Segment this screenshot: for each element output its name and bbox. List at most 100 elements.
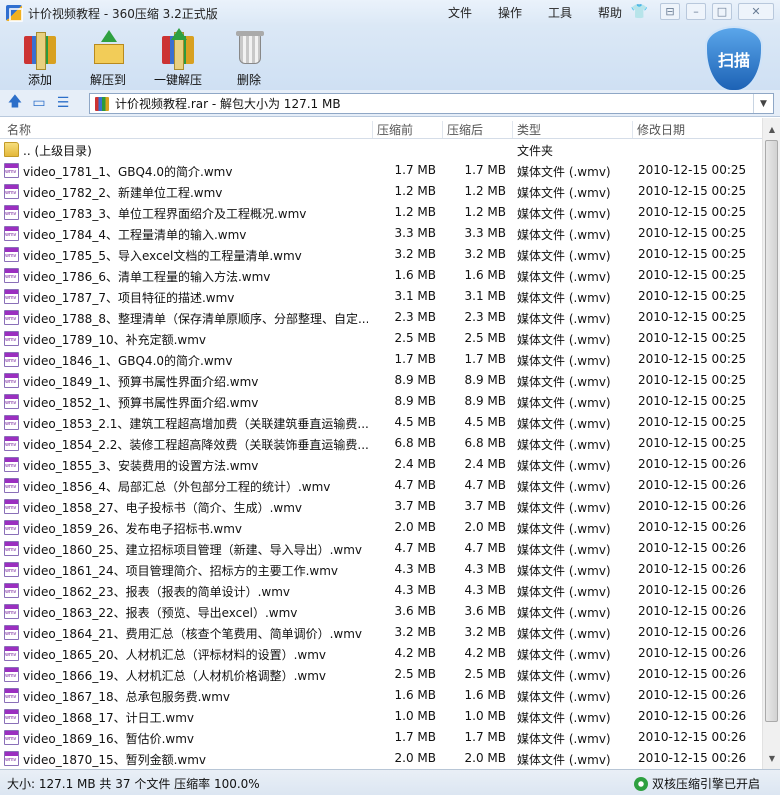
large-icons-view-icon[interactable]: ▭ [30,94,48,112]
chevron-down-icon[interactable]: ▼ [753,94,773,113]
file-name: video_1785_5、导入excel文档的工程量清单.wmv [23,249,302,263]
menu-operation[interactable]: 操作 [498,4,522,21]
scroll-down-icon[interactable]: ▼ [764,750,780,766]
parent-dir-row[interactable]: .. (上级目录) 文件夹 [0,139,762,160]
file-row[interactable]: video_1784_4、工程量清单的输入.wmv 3.3 MB 3.3 MB 媒体文… [0,223,762,244]
menu-help[interactable]: 帮助 [598,4,622,21]
scroll-up-icon[interactable]: ▲ [764,121,780,137]
file-date: 2010-12-15 00:25 [638,289,747,303]
file-row[interactable]: video_1783_3、单位工程界面绍介及工程概况.wmv 1.2 MB 1.2 … [0,202,762,223]
video-file-icon [4,583,19,598]
col-type[interactable]: 类型 [517,121,541,138]
file-type: 媒体文件 (.wmv) [517,417,611,431]
vertical-scrollbar[interactable]: ▲ ▼ [762,118,780,769]
details-view-icon[interactable]: ☰ [54,94,72,112]
extract-to-button[interactable]: 解压到 [90,30,126,88]
file-unpacked-size: 2.0 MB [464,751,506,765]
menu-icon[interactable]: ⊟ [660,3,680,20]
file-row[interactable]: video_1870_15、暂列金额.wmv 2.0 MB 2.0 MB 媒体文件 (… [0,748,762,769]
file-type: 媒体文件 (.wmv) [517,186,611,200]
video-file-icon [4,457,19,472]
col-unpacked[interactable]: 压缩后 [447,121,483,138]
video-file-icon [4,604,19,619]
file-packed-size: 8.9 MB [394,394,436,408]
video-file-icon [4,373,19,388]
scan-label: 扫描 [717,51,750,70]
file-row[interactable]: video_1855_3、安装费用的设置方法.wmv 2.4 MB 2.4 MB 媒体… [0,454,762,475]
menu-file[interactable]: 文件 [448,4,472,21]
file-row[interactable]: video_1789_10、补充定额.wmv 2.5 MB 2.5 MB 媒体文件 (… [0,328,762,349]
video-file-icon [4,205,19,220]
file-row[interactable]: video_1858_27、电子投标书（简介、生成）.wmv 3.7 MB 3.7 … [0,496,762,517]
file-date: 2010-12-15 00:25 [638,394,747,408]
file-row[interactable]: video_1863_22、报表（预览、导出excel）.wmv 3.6 MB 3.… [0,601,762,622]
file-row[interactable]: video_1782_2、新建单位工程.wmv 1.2 MB 1.2 MB 媒体文件 … [0,181,762,202]
file-row[interactable]: video_1866_19、人材机汇总（人材机价格调整）.wmv 2.5 MB 2.… [0,664,762,685]
one-click-extract-button[interactable]: 一键解压 [154,28,202,88]
file-row[interactable]: video_1781_1、GBQ4.0的简介.wmv 1.7 MB 1.7 MB 媒体… [0,160,762,181]
video-file-icon [4,730,19,745]
archive-path-field[interactable]: 计价视频教程.rar - 解包大小为 127.1 MB ▼ [89,93,774,114]
file-date: 2010-12-15 00:25 [638,415,747,429]
file-unpacked-size: 1.0 MB [464,709,506,723]
file-unpacked-size: 2.5 MB [464,331,506,345]
file-unpacked-size: 3.3 MB [464,226,506,240]
file-unpacked-size: 4.3 MB [464,583,506,597]
file-row[interactable]: video_1867_18、总承包服务费.wmv 1.6 MB 1.6 MB 媒体文件… [0,685,762,706]
up-arrow-icon[interactable]: 🡅 [6,94,24,112]
file-packed-size: 2.3 MB [394,310,436,324]
file-name: video_1782_2、新建单位工程.wmv [23,186,223,200]
file-date: 2010-12-15 00:25 [638,268,747,282]
file-row[interactable]: video_1786_6、清单工程量的输入方法.wmv 1.6 MB 1.6 MB 媒… [0,265,762,286]
file-row[interactable]: video_1785_5、导入excel文档的工程量清单.wmv 3.2 MB 3.… [0,244,762,265]
file-unpacked-size: 3.2 MB [464,247,506,261]
file-row[interactable]: video_1868_17、计日工.wmv 1.0 MB 1.0 MB 媒体文件 (.… [0,706,762,727]
file-date: 2010-12-15 00:26 [638,625,747,639]
file-row[interactable]: video_1856_4、局部汇总（外包部分工程的统计）.wmv 4.7 MB 4.… [0,475,762,496]
file-row[interactable]: video_1859_26、发布电子招标书.wmv 2.0 MB 2.0 MB 媒体文… [0,517,762,538]
file-row[interactable]: video_1849_1、预算书属性界面介绍.wmv 8.9 MB 8.9 MB 媒体… [0,370,762,391]
file-packed-size: 2.0 MB [394,751,436,765]
parent-dir-name: .. (上级目录) [23,144,92,158]
engine-status[interactable]: 双核压缩引擎已开启 [633,775,760,792]
menu-tools[interactable]: 工具 [548,4,572,21]
file-name: video_1862_23、报表（报表的简单设计）.wmv [23,585,291,599]
file-row[interactable]: video_1854_2.2、装修工程超高降效费（关联装饰垂直运输费... 6.8… [0,433,762,454]
col-modified[interactable]: 修改日期 [637,121,685,138]
skin-icon[interactable]: 👕 [631,4,648,20]
file-date: 2010-12-15 00:26 [638,583,747,597]
file-row[interactable]: video_1869_16、暂估价.wmv 1.7 MB 1.7 MB 媒体文件 (.… [0,727,762,748]
scroll-thumb[interactable] [765,140,778,722]
file-row[interactable]: video_1787_7、项目特征的描述.wmv 3.1 MB 3.1 MB 媒体文件… [0,286,762,307]
file-name: video_1849_1、预算书属性界面介绍.wmv [23,375,259,389]
file-row[interactable]: video_1846_1、GBQ4.0的简介.wmv 1.7 MB 1.7 MB 媒体… [0,349,762,370]
video-file-icon [4,310,19,325]
file-date: 2010-12-15 00:25 [638,226,747,240]
file-row[interactable]: video_1865_20、人材机汇总（评标材料的设置）.wmv 4.2 MB 4.… [0,643,762,664]
file-name: video_1787_7、项目特征的描述.wmv [23,291,235,305]
file-row[interactable]: video_1862_23、报表（报表的简单设计）.wmv 4.3 MB 4.3 M… [0,580,762,601]
file-type: 媒体文件 (.wmv) [517,732,611,746]
file-row[interactable]: video_1861_24、项目管理简介、招标方的主要工作.wmv 4.3 MB 4… [0,559,762,580]
col-name[interactable]: 名称 [7,121,31,138]
file-row[interactable]: video_1860_25、建立招标项目管理（新建、导入导出）.wmv 4.7 M… [0,538,762,559]
video-file-icon [4,667,19,682]
file-row[interactable]: video_1853_2.1、建筑工程超高增加费（关联建筑垂直运输费... 4.5… [0,412,762,433]
video-file-icon [4,289,19,304]
file-date: 2010-12-15 00:26 [638,709,747,723]
file-row[interactable]: video_1788_8、整理清单（保存清单原顺序、分部整理、自定... 2.3 … [0,307,762,328]
add-button[interactable]: 添加 [22,30,58,88]
delete-button[interactable]: 删除 [231,30,267,88]
file-row[interactable]: video_1852_1、预算书属性界面介绍.wmv 8.9 MB 8.9 MB 媒体… [0,391,762,412]
file-packed-size: 3.7 MB [394,499,436,513]
file-name: video_1866_19、人材机汇总（人材机价格调整）.wmv [23,669,327,683]
file-name: video_1865_20、人材机汇总（评标材料的设置）.wmv [23,648,327,662]
maximize-button[interactable]: □ [712,3,732,20]
minimize-button[interactable]: – [686,3,706,20]
col-packed[interactable]: 压缩前 [377,121,413,138]
menu-bar: 文件 操作 工具 帮助 [448,4,648,21]
file-type: 媒体文件 (.wmv) [517,354,611,368]
close-button[interactable]: ✕ [738,3,774,20]
file-date: 2010-12-15 00:26 [638,520,747,534]
file-row[interactable]: video_1864_21、费用汇总（核查个笔费用、简单调价）.wmv 3.2 M… [0,622,762,643]
